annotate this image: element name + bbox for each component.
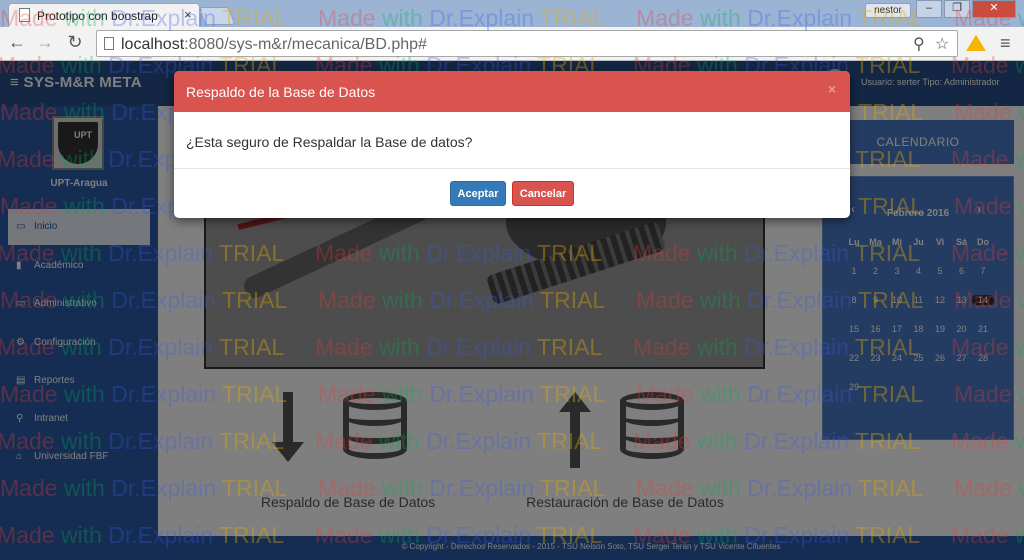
- profile-button[interactable]: nestor: [865, 3, 911, 18]
- browser-tab[interactable]: Prototipo con boostrap ×: [8, 3, 200, 27]
- bookmark-star-icon[interactable]: ☆: [935, 34, 949, 54]
- page-icon: [19, 8, 30, 22]
- forward-icon[interactable]: →: [34, 32, 56, 53]
- url-path: :8080/sys-m&r/mecanica/BD.php#: [184, 36, 427, 53]
- dialog-header: Respaldo de la Base de Datos ×: [174, 71, 850, 112]
- window-close-button[interactable]: ✕: [972, 0, 1016, 18]
- accept-button[interactable]: Aceptar: [450, 181, 506, 206]
- maximize-button[interactable]: ❐: [944, 0, 970, 18]
- browser-toolbar: ← → ↻ localhost:8080/sys-m&r/mecanica/BD…: [0, 27, 1024, 61]
- address-bar[interactable]: localhost:8080/sys-m&r/mecanica/BD.php# …: [96, 30, 958, 57]
- dialog-message: ¿Esta seguro de Respaldar la Base de dat…: [186, 134, 473, 150]
- close-tab-icon[interactable]: ×: [184, 7, 192, 22]
- url-text: localhost:8080/sys-m&r/mecanica/BD.php#: [121, 36, 427, 54]
- cancel-button[interactable]: Cancelar: [512, 181, 574, 206]
- page-icon: [104, 37, 114, 50]
- zoom-icon[interactable]: ⚲: [913, 34, 925, 54]
- new-tab-button[interactable]: [198, 7, 236, 25]
- google-drive-icon[interactable]: [966, 35, 986, 51]
- back-icon[interactable]: ←: [6, 32, 28, 53]
- url-host: localhost: [121, 36, 185, 53]
- reload-icon[interactable]: ↻: [64, 32, 86, 53]
- browser-menu-icon[interactable]: ≡: [1000, 33, 1011, 54]
- browser-tab-bar: Prototipo con boostrap × nestor – ❐ ✕: [0, 0, 1024, 27]
- tab-title: Prototipo con boostrap: [37, 9, 158, 23]
- dialog-title: Respaldo de la Base de Datos: [186, 84, 376, 100]
- dialog-divider: [174, 168, 850, 169]
- minimize-button[interactable]: –: [916, 0, 942, 18]
- close-icon[interactable]: ×: [828, 81, 836, 97]
- backup-confirm-dialog: Respaldo de la Base de Datos × ¿Esta seg…: [174, 71, 850, 218]
